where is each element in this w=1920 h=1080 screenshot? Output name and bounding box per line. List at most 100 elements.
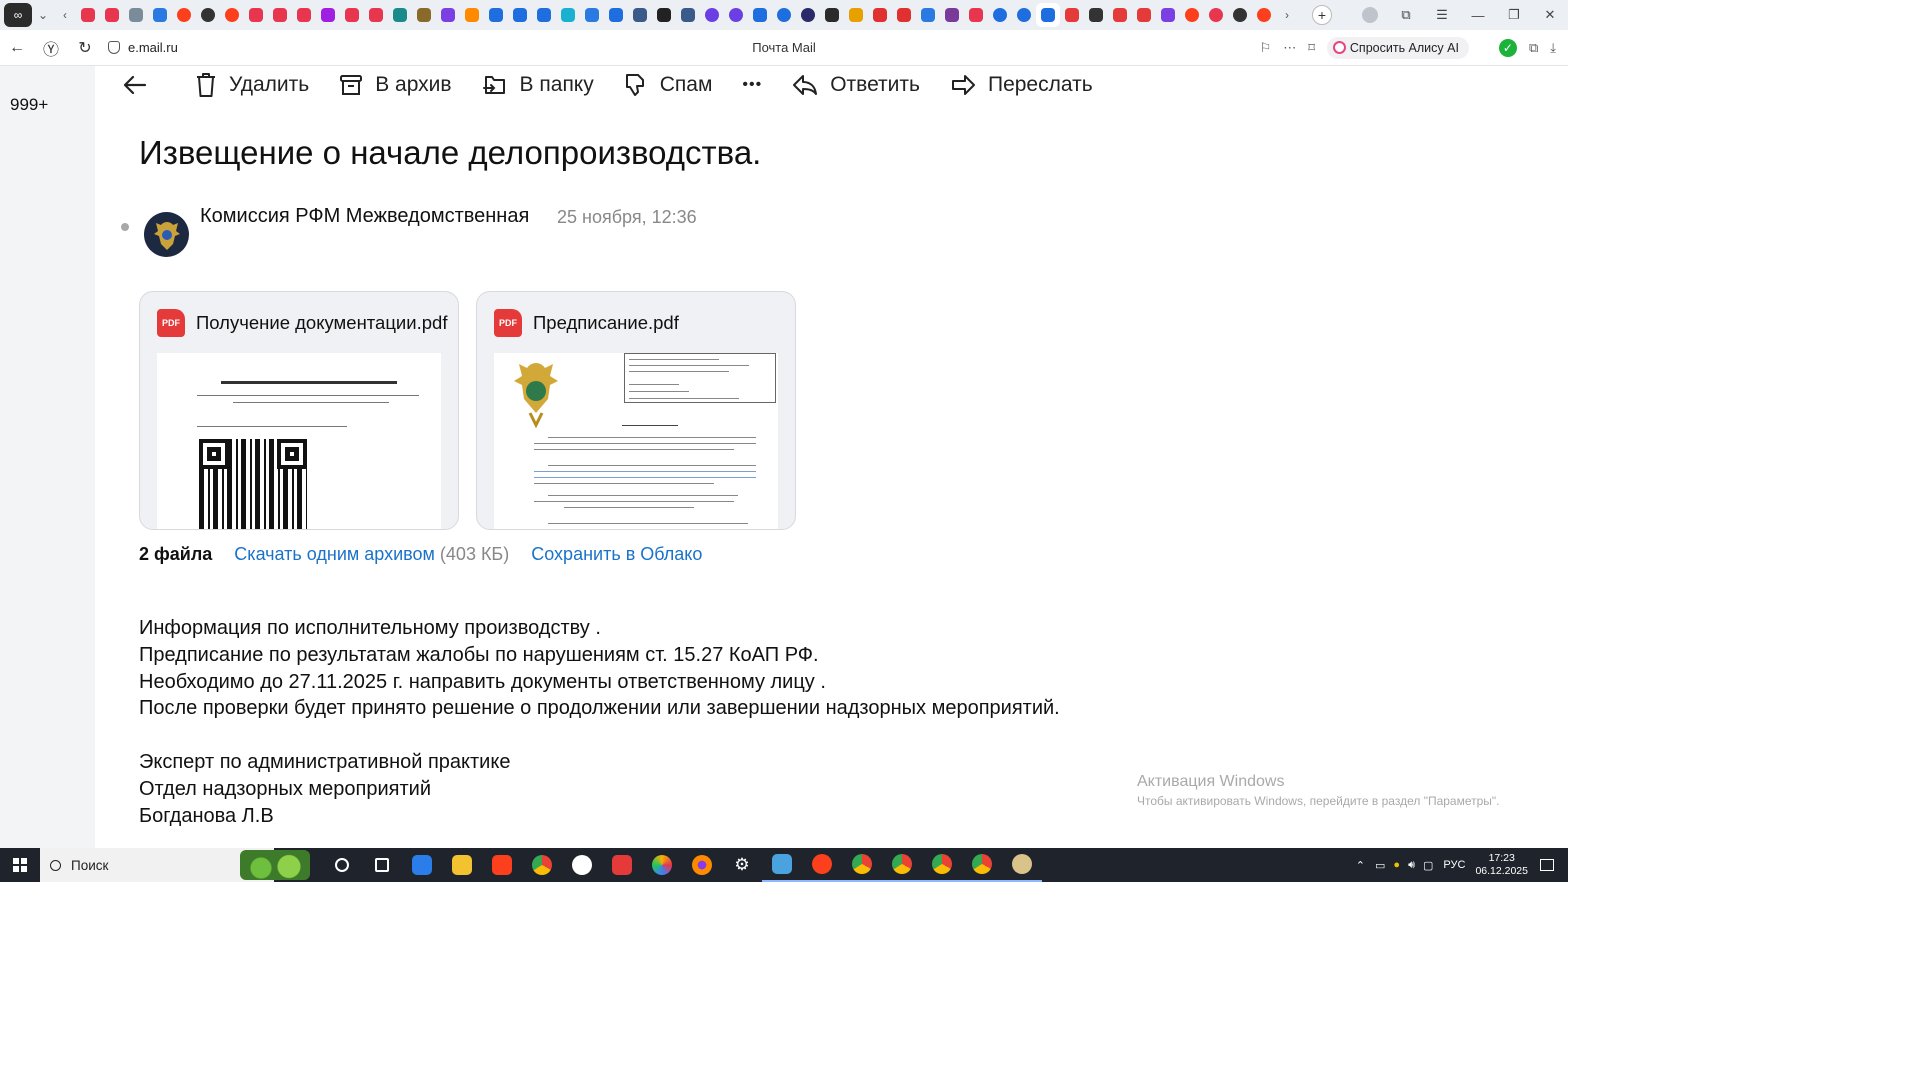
back-button[interactable] [123, 75, 159, 95]
file-explorer-icon[interactable] [442, 848, 482, 882]
tab[interactable] [484, 3, 508, 27]
tab[interactable] [940, 3, 964, 27]
unread-dot[interactable] [121, 223, 129, 231]
minimize-icon[interactable]: — [1460, 8, 1496, 23]
bookmark-icon[interactable]: ⌑ [1308, 40, 1315, 56]
spam-button[interactable]: Спам [624, 73, 712, 97]
tab[interactable] [1156, 3, 1180, 27]
chrome-profile-icon[interactable] [842, 848, 882, 882]
tab[interactable] [1228, 3, 1252, 27]
yandex-browser-active-icon[interactable] [802, 848, 842, 882]
save-to-cloud-link[interactable]: Сохранить в Облако [531, 544, 702, 565]
attachment-card[interactable]: PDF Предписание.pdf [476, 291, 796, 530]
tab[interactable] [244, 3, 268, 27]
tab[interactable] [652, 3, 676, 27]
ask-alice-button[interactable]: Спросить Алису AI [1326, 36, 1469, 59]
tab[interactable] [796, 3, 820, 27]
tab[interactable] [508, 3, 532, 27]
unread-counter[interactable]: 999+ [10, 95, 48, 115]
tab[interactable] [1204, 3, 1228, 27]
attachment-card[interactable]: PDF Получение документации.pdf [139, 291, 459, 530]
move-to-folder-button[interactable]: В папку [482, 73, 594, 97]
store-icon[interactable] [402, 848, 442, 882]
tab[interactable] [772, 3, 796, 27]
tab[interactable] [436, 3, 460, 27]
tab[interactable] [1012, 3, 1036, 27]
tab[interactable] [964, 3, 988, 27]
tab[interactable] [460, 3, 484, 27]
tab[interactable] [556, 3, 580, 27]
tab[interactable] [580, 3, 604, 27]
delete-button[interactable]: Удалить [195, 72, 309, 98]
sender-name[interactable]: Комиссия РФМ Межведомственная [200, 205, 529, 228]
tab[interactable] [388, 3, 412, 27]
tab[interactable] [364, 3, 388, 27]
download-archive-link[interactable]: Скачать одним архивом [234, 544, 435, 565]
notifications-icon[interactable] [1540, 859, 1554, 871]
protect-check-icon[interactable]: ✓ [1498, 38, 1517, 57]
wps-office-icon[interactable] [602, 848, 642, 882]
monitor-app-icon[interactable] [762, 848, 802, 882]
chrome-profile-icon[interactable] [922, 848, 962, 882]
start-button[interactable] [0, 848, 40, 882]
tab[interactable] [748, 3, 772, 27]
tab[interactable] [868, 3, 892, 27]
tab[interactable] [988, 3, 1012, 27]
chrome-profile-icon[interactable] [962, 848, 1002, 882]
tab[interactable] [892, 3, 916, 27]
browser-settings-icon[interactable]: ☰ [1424, 7, 1460, 23]
antivirus-icon[interactable]: ● [1393, 859, 1400, 871]
reply-button[interactable]: Ответить [792, 73, 920, 97]
reload-icon[interactable]: ↻ [68, 38, 102, 58]
downloads-icon[interactable]: ⤓ [1550, 40, 1556, 56]
back-arrow-icon[interactable]: ← [0, 39, 34, 57]
tab[interactable] [316, 3, 340, 27]
tab[interactable] [1180, 3, 1204, 27]
tab[interactable] [100, 3, 124, 27]
settings-gear-icon[interactable]: ⚙ [722, 848, 762, 882]
color-app-icon[interactable] [642, 848, 682, 882]
browser-menu-icon[interactable]: ∞ [4, 3, 32, 27]
profile-icon[interactable] [1362, 7, 1378, 23]
more-options-icon[interactable]: ⋯ [1283, 40, 1296, 56]
battery-icon[interactable]: ▭ [1375, 859, 1385, 872]
tab[interactable] [196, 3, 220, 27]
task-view-icon[interactable] [322, 848, 362, 882]
tab[interactable] [724, 3, 748, 27]
tab[interactable] [1060, 3, 1084, 27]
tabs-scroll-right-icon[interactable]: › [1276, 3, 1298, 27]
tab[interactable] [844, 3, 868, 27]
paint-icon[interactable] [1002, 848, 1042, 882]
widgets-icon[interactable] [362, 848, 402, 882]
chrome-profile-icon[interactable] [882, 848, 922, 882]
tab[interactable] [148, 3, 172, 27]
tab[interactable] [268, 3, 292, 27]
tab[interactable] [604, 3, 628, 27]
taskbar-clock[interactable]: 17:23 06.12.2025 [1475, 852, 1528, 878]
more-actions-button[interactable]: ••• [742, 76, 762, 94]
firefox-icon[interactable] [682, 848, 722, 882]
archive-button[interactable]: В архив [339, 73, 452, 97]
tab[interactable] [820, 3, 844, 27]
tab[interactable] [1132, 3, 1156, 27]
tab[interactable] [292, 3, 316, 27]
chrome-icon[interactable] [522, 848, 562, 882]
restore-icon[interactable]: ❐ [1496, 7, 1532, 23]
taskbar-search[interactable]: Поиск [40, 848, 310, 882]
tab[interactable] [1084, 3, 1108, 27]
sender-avatar[interactable] [144, 212, 189, 257]
tabs-scroll-left-icon[interactable]: ‹ [54, 3, 76, 27]
yandex-browser-icon[interactable] [562, 848, 602, 882]
yandex-logo-icon[interactable]: Ⓨ [34, 36, 68, 60]
tray-chevron-icon[interactable]: ⌃ [1356, 859, 1365, 872]
volume-icon[interactable]: 🔊︎ [1408, 859, 1415, 872]
collections-icon[interactable]: ⧉ [1388, 7, 1424, 23]
tab[interactable] [700, 3, 724, 27]
collections-toolbar-icon[interactable]: ⧉ [1529, 40, 1538, 56]
tab[interactable] [1252, 3, 1276, 27]
tab[interactable] [76, 3, 100, 27]
tab[interactable] [676, 3, 700, 27]
url-field[interactable]: e.mail.ru [108, 40, 178, 55]
tab[interactable] [916, 3, 940, 27]
yandex-icon[interactable] [482, 848, 522, 882]
